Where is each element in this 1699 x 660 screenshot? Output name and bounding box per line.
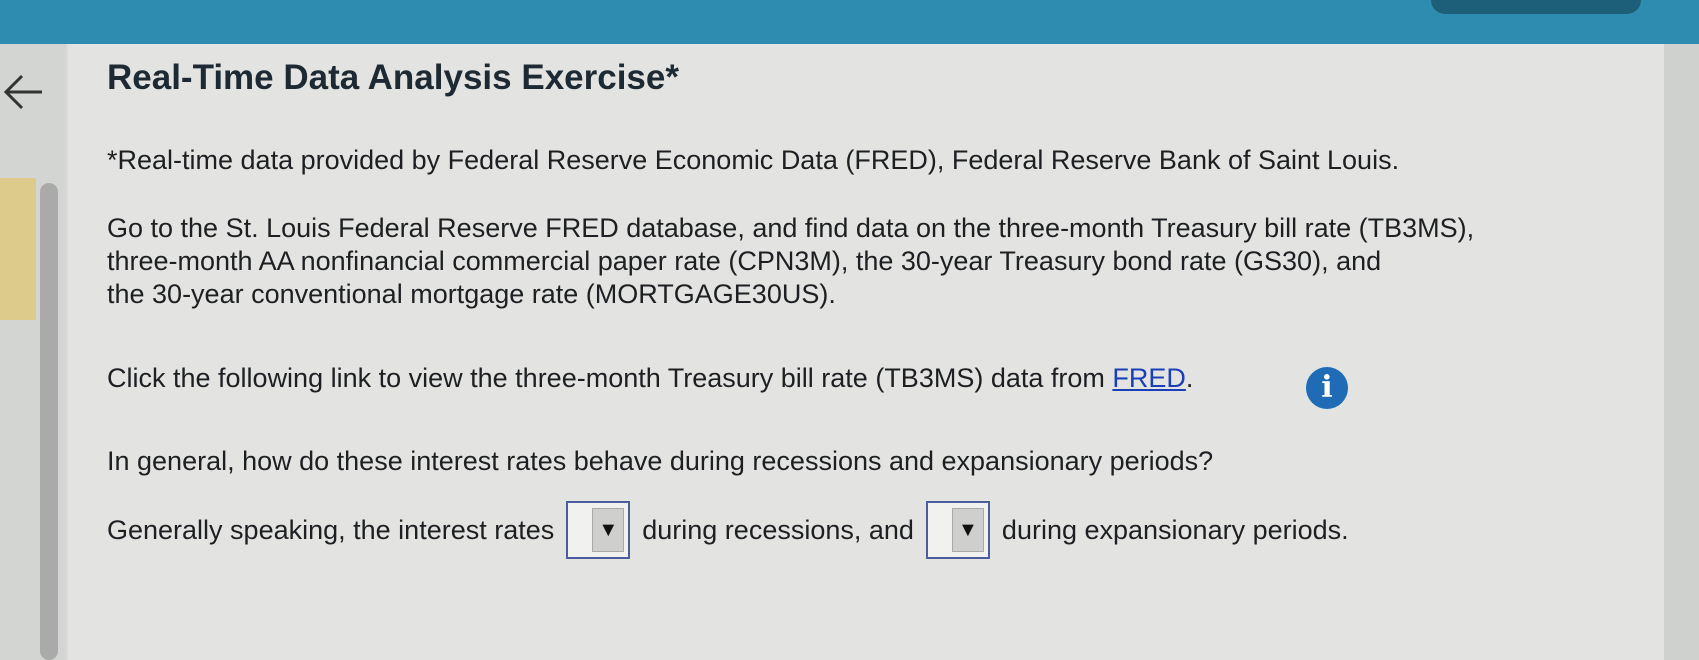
chevron-down-icon[interactable]: ▼ bbox=[592, 508, 625, 552]
right-edge bbox=[1664, 44, 1699, 660]
instructions-line-1: Go to the St. Louis Federal Reserve FRED… bbox=[107, 213, 1475, 243]
content-panel bbox=[68, 44, 1664, 660]
top-bar-control[interactable] bbox=[1431, 0, 1641, 14]
back-arrow-icon[interactable] bbox=[2, 70, 46, 114]
page-title: Real-Time Data Analysis Exercise* bbox=[107, 58, 679, 97]
instructions-line-3: the 30-year conventional mortgage rate (… bbox=[107, 279, 836, 309]
link-sentence-period: . bbox=[1185, 363, 1194, 393]
answer-text-part2: during recessions, and bbox=[642, 514, 914, 545]
expansion-dropdown[interactable]: ▼ bbox=[925, 501, 990, 559]
top-bar bbox=[0, 0, 1699, 44]
left-highlight-strip bbox=[0, 178, 36, 320]
recession-dropdown[interactable]: ▼ bbox=[566, 501, 631, 559]
link-sentence: Click the following link to view the thr… bbox=[107, 362, 1193, 395]
fred-link[interactable]: FRED bbox=[1112, 363, 1186, 393]
instructions-line-2: three-month AA nonfinancial commercial p… bbox=[107, 246, 1382, 276]
link-sentence-text: Click the following link to view the thr… bbox=[107, 363, 1113, 393]
answer-text-part1: Generally speaking, the interest rates bbox=[107, 514, 555, 545]
source-note: *Real-time data provided by Federal Rese… bbox=[107, 145, 1400, 175]
instructions: Go to the St. Louis Federal Reserve FRED… bbox=[107, 212, 1474, 311]
answer-sentence: Generally speaking, the interest rates ▼… bbox=[107, 500, 1349, 560]
scrollbar[interactable] bbox=[40, 183, 58, 660]
info-icon[interactable]: i bbox=[1306, 367, 1348, 409]
chevron-down-icon[interactable]: ▼ bbox=[951, 508, 984, 552]
answer-text-part3: during expansionary periods. bbox=[1001, 514, 1349, 545]
question-text: In general, how do these interest rates … bbox=[107, 446, 1214, 476]
